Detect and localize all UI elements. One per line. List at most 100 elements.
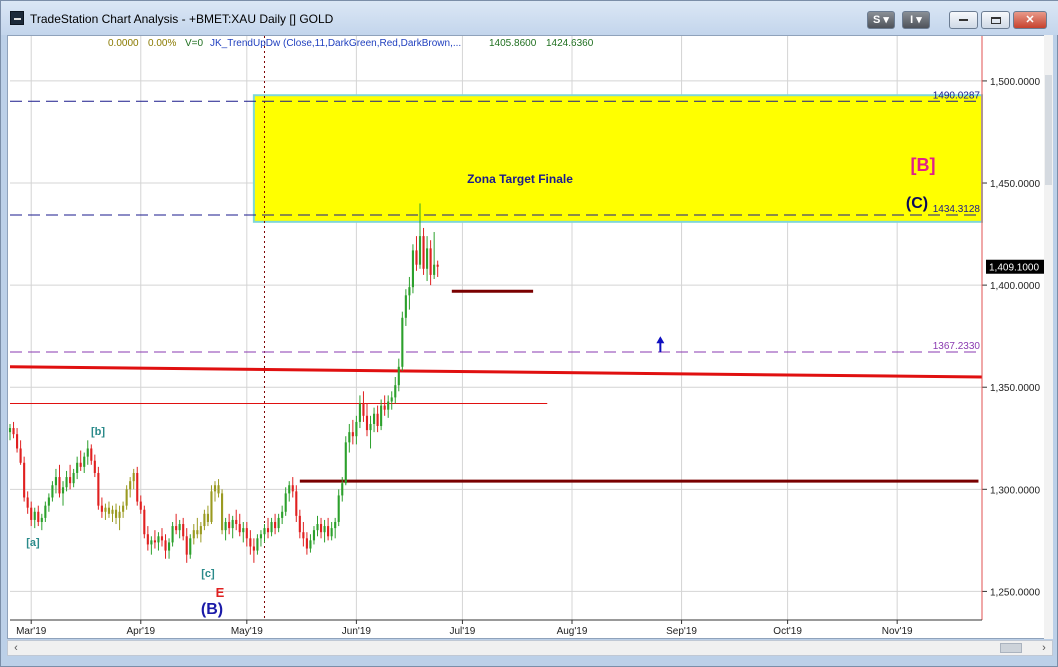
up-arrow-icon [656,336,665,344]
candle-body [436,264,439,267]
candle-body [231,519,234,529]
candle-body [277,517,280,529]
candle-body [372,413,376,424]
candle-body [86,448,89,457]
candle-body [415,250,418,265]
candle-body [160,536,164,541]
date-tick-label: Sep'19 [666,626,697,637]
candle-body [263,528,266,535]
candle-body [298,515,301,533]
candle-body [259,534,263,539]
vertical-scrollbar[interactable] [1044,35,1053,639]
candle-body [146,534,149,545]
wave-label-E: E [216,585,225,600]
candle-body [111,509,114,514]
candle-body [411,250,414,288]
i-menu-button[interactable]: I ▾ [902,11,930,29]
candle-body [122,505,125,512]
candle-body [348,432,351,443]
wave-label-a: [a] [26,537,40,549]
level-label-upper: 1490.0287 [933,90,981,101]
candles [8,203,439,563]
candle-body [429,248,432,275]
candle-body [238,524,241,533]
maximize-button[interactable] [981,11,1010,29]
candle-body [192,530,195,539]
minimize-button[interactable] [949,11,978,29]
candle-body [401,317,404,367]
candle-body [295,491,298,516]
close-button[interactable]: ✕ [1013,11,1047,29]
candle-body [302,532,305,539]
candle-body [266,528,270,533]
candle-body [408,287,411,296]
zone-label: Zona Target Finale [467,172,573,186]
app-window: TradeStation Chart Analysis - +BMET:XAU … [0,0,1058,667]
candle-body [23,462,26,498]
wave-label-b: [b] [91,426,105,438]
candle-body [132,472,135,482]
date-tick-label: Mar'19 [16,626,47,637]
candle-body [47,497,50,506]
price-axis: 1,500.0000 1,450.0000 1,400.0000 1,350.0000… [981,36,1048,620]
candle-body [404,295,407,318]
last-price-label: 1,409.1000 [989,263,1039,274]
candle-body [104,507,107,512]
candle-body [206,513,209,522]
candle-body [224,521,227,531]
candle-body [185,536,188,555]
candle-body [61,487,65,494]
candle-body [327,526,330,537]
candle-body [143,509,146,535]
close-icon: ✕ [1025,14,1035,26]
candle-body [16,434,19,449]
candle-body [114,509,118,518]
candle-body [323,526,326,533]
wave-label-c: [c] [201,568,215,580]
candle-body [362,403,365,416]
price-tick-label: 1,250.0000 [990,587,1040,598]
date-tick-label: Apr'19 [126,626,155,637]
maximize-icon [990,16,1001,24]
candle-body [164,540,167,551]
price-tick-label: 1,350.0000 [990,383,1040,394]
date-tick-label: Oct'19 [773,626,802,637]
candle-body [182,524,185,537]
candle-body [65,477,68,488]
candle-body [365,415,369,431]
candle-body [376,413,379,427]
wave-label-B: (B) [201,601,223,618]
candle-body [178,524,181,531]
date-tick-label: Jun'19 [342,626,372,637]
s-menu-button[interactable]: S ▾ [867,11,895,29]
candle-body [358,403,361,422]
candle-body [69,477,72,484]
candle-body [97,472,100,506]
candle-body [274,521,277,529]
chart-area[interactable]: 1490.0287 1434.3128 1367.2330 1,500.0000 1,… [7,35,1053,639]
scroll-right-icon[interactable]: › [1036,641,1052,655]
candle-body [139,501,142,510]
candle-body [167,542,171,551]
candle-body [316,524,319,531]
indicator-value-5: 1424.6360 [546,38,594,49]
candle-body [256,538,259,551]
candle-body [281,511,284,518]
horizontal-scrollbar[interactable]: ‹ › [7,640,1053,656]
candle-body [217,485,220,494]
candle-body [394,385,397,398]
scroll-left-icon[interactable]: ‹ [8,641,24,655]
date-tick-label: Jul'19 [450,626,476,637]
candle-body [390,397,393,402]
price-chart[interactable]: 1490.02871434.31281367.2330 1,500.00001,… [8,36,1052,638]
candle-body [228,521,231,529]
candle-body [387,401,390,410]
candle-body [284,493,287,512]
candle-body [136,472,139,502]
candle-body [351,432,354,437]
title-bar[interactable]: TradeStation Chart Analysis - +BMET:XAU … [1,1,1058,35]
candle-body [8,428,12,433]
candle-body [344,442,347,484]
vertical-scroll-thumb[interactable] [1045,75,1052,185]
horizontal-scroll-thumb[interactable] [1000,643,1022,653]
